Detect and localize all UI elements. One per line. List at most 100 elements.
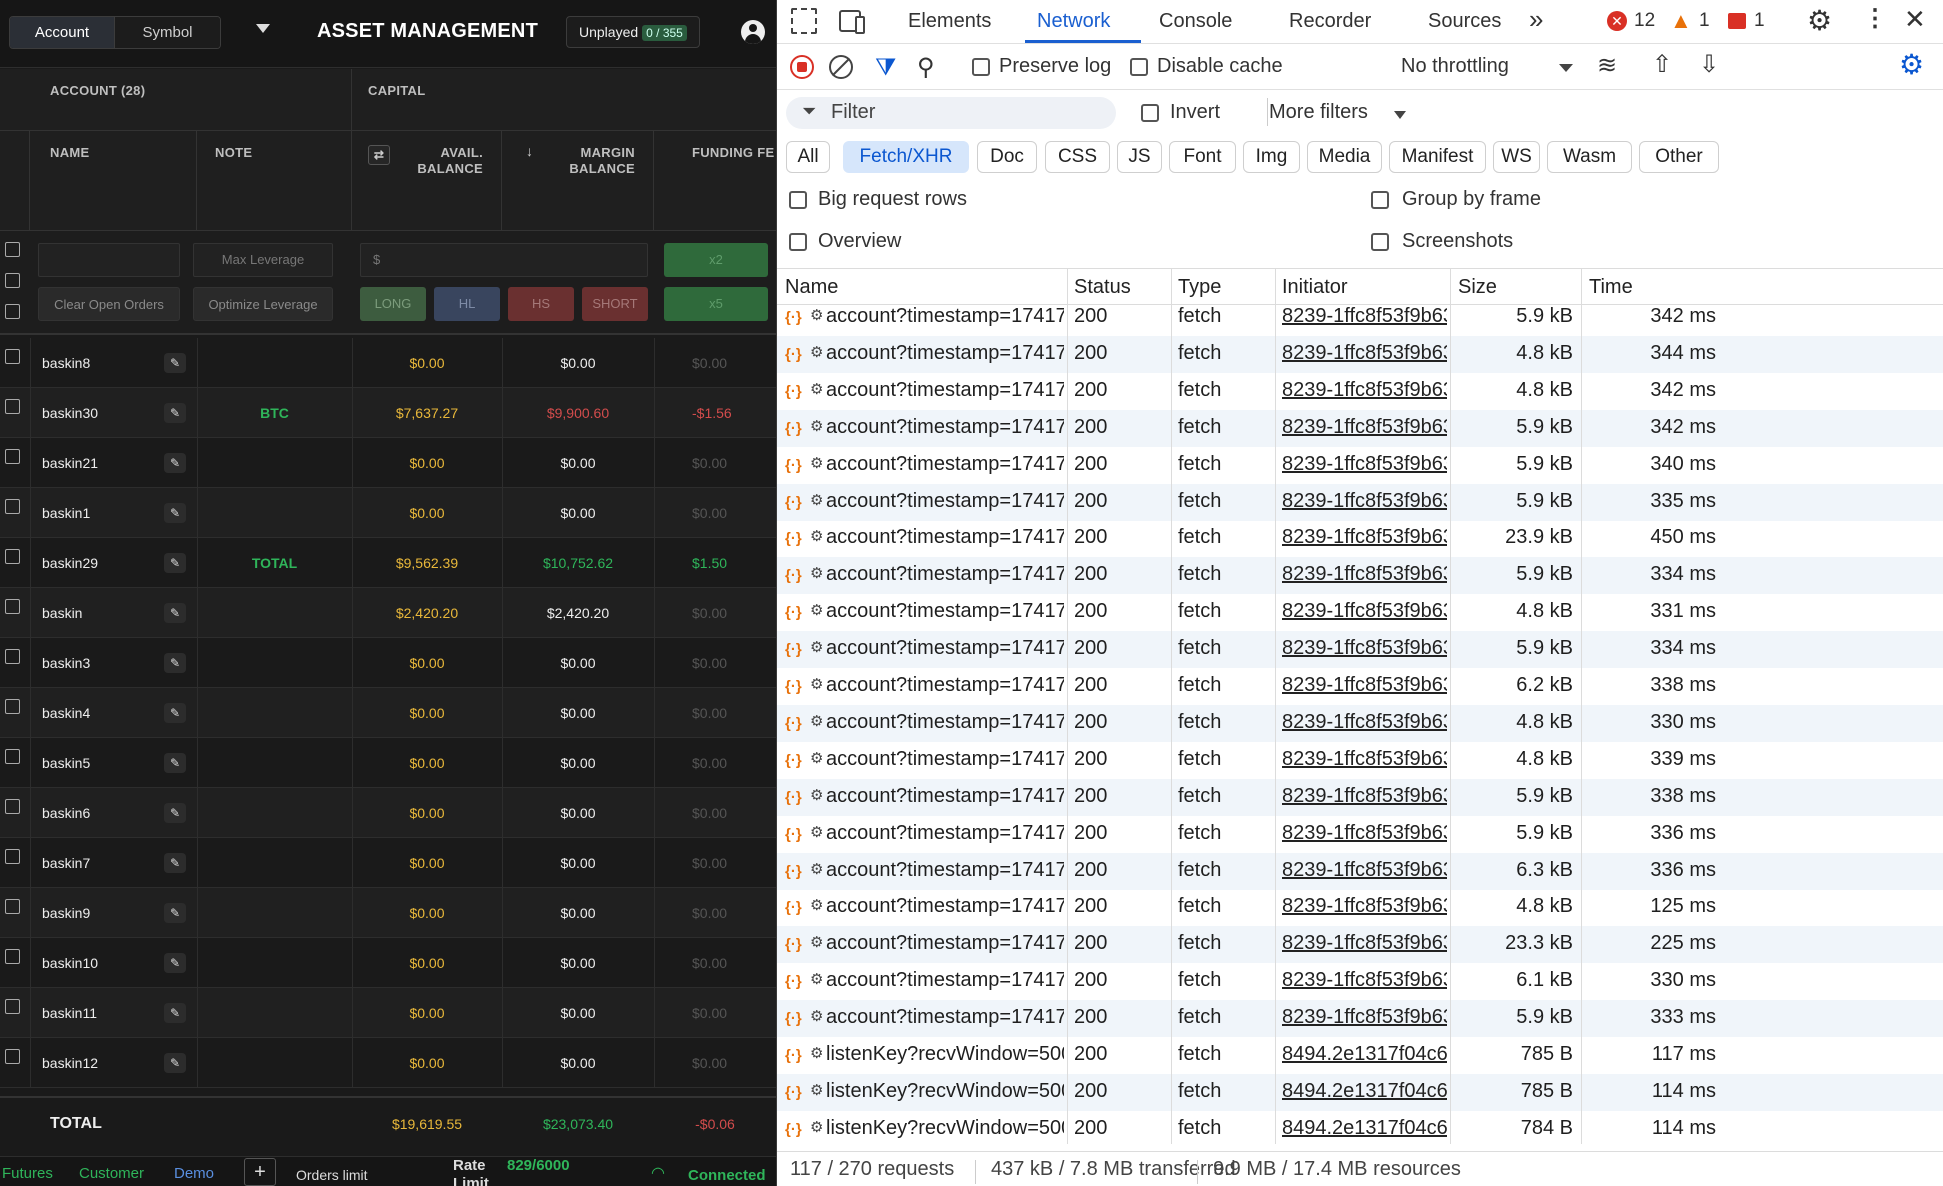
- more-tabs-icon[interactable]: »: [1529, 4, 1543, 35]
- edit-icon[interactable]: ✎: [164, 503, 186, 523]
- request-row[interactable]: {·} ⚙ account?timestamp=17417... 200 fet…: [777, 336, 1943, 373]
- request-initiator-link[interactable]: 8239-1ffc8f53f9b63:: [1282, 969, 1447, 992]
- more-filters-chevron-down-icon[interactable]: [1394, 111, 1406, 119]
- table-row[interactable]: baskin30 ✎ BTC $7,637.27 $9,900.60 -$1.5…: [0, 388, 776, 438]
- type-filter-other[interactable]: Other: [1639, 141, 1719, 173]
- record-stop-icon[interactable]: [790, 55, 814, 79]
- more-filters-button[interactable]: More filters: [1269, 101, 1368, 124]
- row-checkbox[interactable]: [5, 999, 20, 1014]
- request-name[interactable]: account?timestamp=17417...: [826, 785, 1064, 808]
- request-initiator-link[interactable]: 8239-1ffc8f53f9b63:: [1282, 416, 1447, 439]
- edit-icon[interactable]: ✎: [164, 1053, 186, 1073]
- name-column-header[interactable]: NAME: [30, 131, 197, 231]
- filter-funnel-icon[interactable]: ⧩: [875, 54, 896, 82]
- request-name[interactable]: account?timestamp=17417...: [826, 416, 1064, 439]
- request-name[interactable]: listenKey?recvWindow=500...: [826, 1117, 1064, 1140]
- edit-icon[interactable]: ✎: [164, 603, 186, 623]
- edit-icon[interactable]: ✎: [164, 353, 186, 373]
- demo-link[interactable]: Demo: [174, 1165, 214, 1182]
- account-note[interactable]: BTC: [197, 388, 352, 438]
- warning-count[interactable]: 1: [1699, 10, 1710, 32]
- request-row[interactable]: {·} ⚙ account?timestamp=17417... 200 fet…: [777, 668, 1943, 705]
- account-note[interactable]: [197, 638, 352, 688]
- table-row[interactable]: baskin9 ✎ $0.00 $0.00 $0.00: [0, 888, 776, 938]
- throttling-chevron-down-icon[interactable]: [1559, 64, 1573, 72]
- request-initiator-link[interactable]: 8239-1ffc8f53f9b63:: [1282, 342, 1447, 365]
- request-row[interactable]: {·} ⚙ account?timestamp=17417... 200 fet…: [777, 484, 1943, 521]
- issues-icon[interactable]: [1728, 13, 1746, 29]
- network-settings-gear-icon[interactable]: ⚙: [1899, 48, 1924, 81]
- request-row[interactable]: {·} ⚙ account?timestamp=17417... 200 fet…: [777, 631, 1943, 668]
- account-note[interactable]: [197, 788, 352, 838]
- request-name[interactable]: account?timestamp=17417...: [826, 637, 1064, 660]
- request-name[interactable]: account?timestamp=17417...: [826, 674, 1064, 697]
- request-initiator-link[interactable]: 8239-1ffc8f53f9b63:: [1282, 453, 1447, 476]
- table-row[interactable]: baskin21 ✎ $0.00 $0.00 $0.00: [0, 438, 776, 488]
- account-view-button[interactable]: Account: [10, 17, 115, 48]
- bulk-checkbox-3[interactable]: [5, 304, 20, 319]
- type-filter-font[interactable]: Font: [1169, 141, 1236, 173]
- account-note[interactable]: [197, 738, 352, 788]
- row-checkbox[interactable]: [5, 349, 20, 364]
- hl-button[interactable]: HL: [434, 287, 500, 321]
- edit-icon[interactable]: ✎: [164, 803, 186, 823]
- short-button[interactable]: SHORT: [582, 287, 648, 321]
- swap-icon[interactable]: ⇄: [368, 145, 390, 165]
- request-initiator-link[interactable]: 8239-1ffc8f53f9b63:: [1282, 711, 1447, 734]
- request-name[interactable]: account?timestamp=17417...: [826, 748, 1064, 771]
- col-type[interactable]: Type: [1178, 276, 1221, 299]
- type-filter-all[interactable]: All: [786, 141, 830, 173]
- edit-icon[interactable]: ✎: [164, 703, 186, 723]
- request-initiator-link[interactable]: 8239-1ffc8f53f9b63:: [1282, 822, 1447, 845]
- error-count[interactable]: 12: [1634, 10, 1655, 32]
- add-tab-button[interactable]: +: [244, 1158, 276, 1186]
- request-name[interactable]: account?timestamp=17417...: [826, 600, 1064, 623]
- request-initiator-link[interactable]: 8239-1ffc8f53f9b63:: [1282, 1006, 1447, 1029]
- preserve-log-checkbox[interactable]: [972, 58, 990, 76]
- amount-input[interactable]: $: [360, 243, 648, 277]
- hs-button[interactable]: HS: [508, 287, 574, 321]
- request-name[interactable]: account?timestamp=17417...: [826, 711, 1064, 734]
- request-initiator-link[interactable]: 8239-1ffc8f53f9b63:: [1282, 674, 1447, 697]
- x5-button[interactable]: x5: [664, 287, 768, 321]
- row-checkbox[interactable]: [5, 549, 20, 564]
- tab-sources[interactable]: Sources: [1428, 10, 1501, 33]
- edit-icon[interactable]: ✎: [164, 903, 186, 923]
- futures-link[interactable]: Futures: [2, 1165, 53, 1182]
- edit-icon[interactable]: ✎: [164, 953, 186, 973]
- request-initiator-link[interactable]: 8239-1ffc8f53f9b63:: [1282, 526, 1447, 549]
- row-checkbox[interactable]: [5, 899, 20, 914]
- type-filter-manifest[interactable]: Manifest: [1389, 141, 1486, 173]
- row-checkbox[interactable]: [5, 949, 20, 964]
- issues-count[interactable]: 1: [1754, 10, 1765, 32]
- table-row[interactable]: baskin ✎ $2,420.20 $2,420.20 $0.00: [0, 588, 776, 638]
- close-icon[interactable]: ✕: [1904, 4, 1926, 35]
- invert-checkbox[interactable]: [1141, 104, 1159, 122]
- bulk-checkbox-2[interactable]: [5, 273, 20, 288]
- warning-icon[interactable]: ▲: [1670, 8, 1692, 34]
- optimize-leverage-button[interactable]: Optimize Leverage: [193, 287, 333, 321]
- request-name[interactable]: account?timestamp=17417...: [826, 932, 1064, 955]
- type-filter-css[interactable]: CSS: [1045, 141, 1110, 173]
- col-initiator[interactable]: Initiator: [1282, 276, 1348, 299]
- long-button[interactable]: LONG: [360, 287, 426, 321]
- tab-network[interactable]: Network: [1037, 10, 1110, 33]
- group-by-frame-checkbox[interactable]: [1371, 191, 1389, 209]
- gear-icon[interactable]: ⚙: [1807, 4, 1832, 37]
- filter-input[interactable]: ⏷ Filter: [786, 97, 1116, 129]
- request-initiator-link[interactable]: 8239-1ffc8f53f9b63:: [1282, 932, 1447, 955]
- overview-checkbox[interactable]: [789, 233, 807, 251]
- table-row[interactable]: baskin3 ✎ $0.00 $0.00 $0.00: [0, 638, 776, 688]
- account-note[interactable]: [197, 888, 352, 938]
- request-row[interactable]: {·} ⚙ account?timestamp=17417... 200 fet…: [777, 926, 1943, 963]
- col-time[interactable]: Time: [1589, 276, 1633, 299]
- tab-elements[interactable]: Elements: [908, 10, 991, 33]
- type-filter-doc[interactable]: Doc: [977, 141, 1037, 173]
- edit-icon[interactable]: ✎: [164, 553, 186, 573]
- select-all-checkbox[interactable]: [5, 242, 20, 257]
- table-row[interactable]: baskin11 ✎ $0.00 $0.00 $0.00: [0, 988, 776, 1038]
- account-note[interactable]: [197, 338, 352, 388]
- request-name[interactable]: account?timestamp=17417...: [826, 895, 1064, 918]
- request-name[interactable]: listenKey?recvWindow=500...: [826, 1043, 1064, 1066]
- unplayed-button[interactable]: Unplayed 0 / 355: [566, 16, 700, 48]
